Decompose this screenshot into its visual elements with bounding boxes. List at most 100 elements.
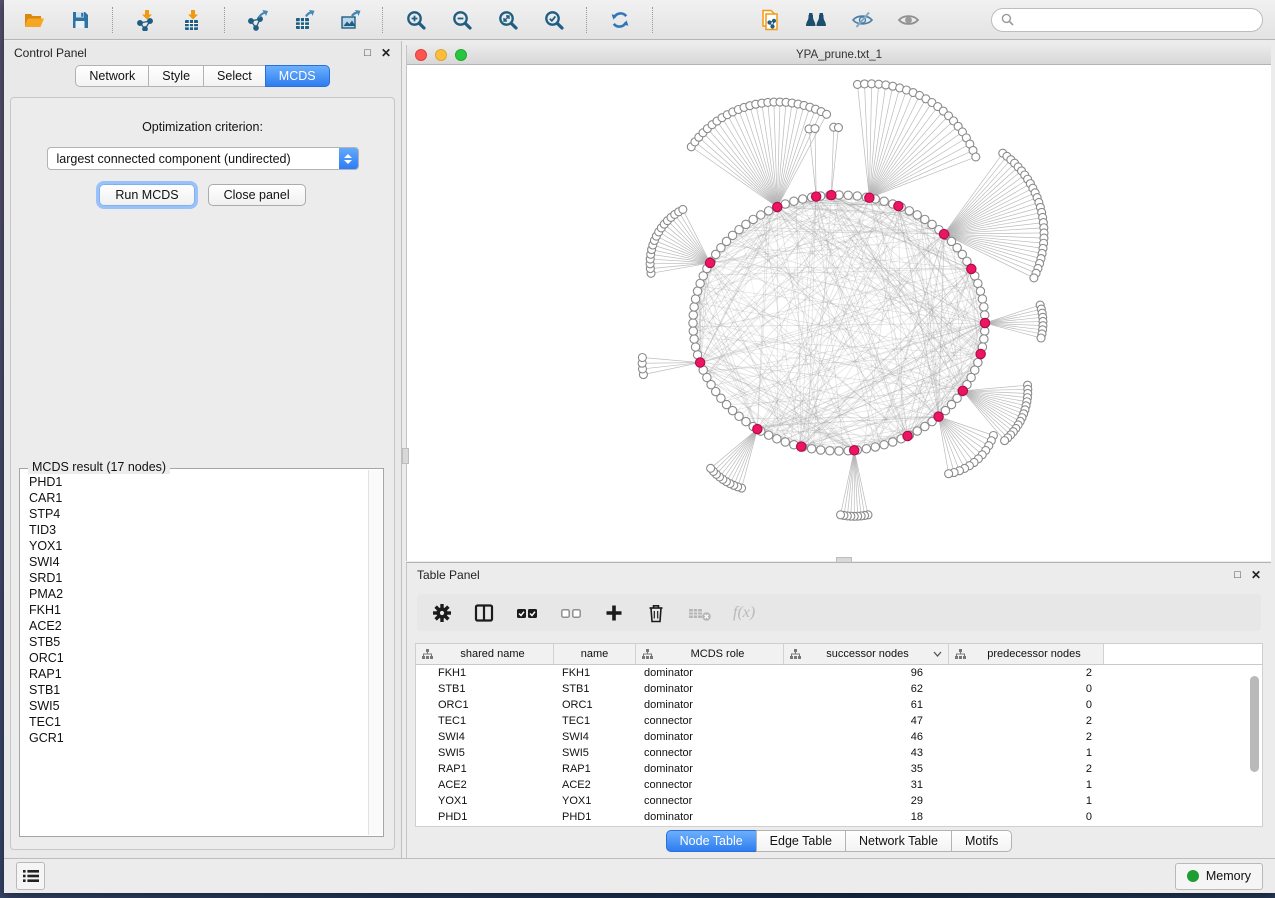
mcds-result-item[interactable]: TEC1 — [29, 714, 369, 730]
table-row[interactable]: SWI5SWI5connector431 — [416, 745, 1262, 761]
column-header-MCDS-role[interactable]: MCDS role — [636, 644, 784, 664]
table-row[interactable]: ORC1ORC1dominator610 — [416, 697, 1262, 713]
mcds-result-item[interactable]: SWI4 — [29, 554, 369, 570]
ring-node[interactable] — [689, 311, 697, 319]
leaf-node[interactable] — [1037, 334, 1045, 342]
mcds-list-scrollbar[interactable] — [368, 470, 382, 835]
mcds-result-item[interactable]: STB5 — [29, 634, 369, 650]
vertical-splitter-handle[interactable] — [402, 448, 409, 464]
ring-node[interactable] — [764, 431, 772, 439]
leaf-node[interactable] — [945, 470, 953, 478]
table-cell[interactable]: 46 — [784, 731, 949, 743]
mcds-result-item[interactable]: SWI5 — [29, 698, 369, 714]
mcds-hub-node[interactable] — [980, 318, 989, 327]
mcds-hub-node[interactable] — [939, 229, 948, 238]
mcds-result-list[interactable]: PHD1CAR1STP4TID3YOX1SWI4SRD1PMA2FKH1ACE2… — [21, 470, 369, 835]
ring-node[interactable] — [807, 445, 815, 453]
clear-all-columns-button[interactable] — [559, 600, 583, 626]
ring-node[interactable] — [689, 327, 697, 335]
mcds-hub-node[interactable] — [753, 424, 762, 433]
close-table-panel-icon[interactable]: ✕ — [1251, 568, 1261, 582]
leaf-node[interactable] — [823, 110, 831, 118]
table-cell[interactable]: 35 — [784, 763, 949, 775]
mcds-hub-node[interactable] — [903, 431, 912, 440]
table-cell[interactable]: RAP1 — [416, 763, 554, 775]
save-session-button[interactable] — [62, 5, 98, 35]
ring-node[interactable] — [817, 446, 825, 454]
table-cell[interactable]: 1 — [949, 795, 1104, 807]
leaf-node[interactable] — [834, 124, 842, 132]
table-cell[interactable]: STB1 — [416, 683, 554, 695]
table-cell[interactable]: ORC1 — [416, 699, 554, 711]
table-cell[interactable]: SWI5 — [416, 747, 554, 759]
tab-node-table[interactable]: Node Table — [666, 830, 757, 852]
ring-node[interactable] — [757, 211, 765, 219]
mcds-result-item[interactable]: YOX1 — [29, 538, 369, 554]
export-to-web-button[interactable] — [752, 5, 788, 35]
table-cell[interactable]: dominator — [636, 763, 784, 775]
table-cell[interactable]: 2 — [949, 731, 1104, 743]
mcds-result-item[interactable]: ORC1 — [29, 650, 369, 666]
ring-node[interactable] — [921, 422, 929, 430]
leaf-node[interactable] — [811, 125, 819, 133]
table-row[interactable]: TEC1TEC1connector472 — [416, 713, 1262, 729]
export-table-button[interactable] — [286, 5, 322, 35]
ring-node[interactable] — [691, 343, 699, 351]
table-cell[interactable]: 96 — [784, 667, 949, 679]
zoom-fit-button[interactable] — [490, 5, 526, 35]
table-cell[interactable]: 18 — [784, 811, 949, 823]
ring-node[interactable] — [749, 215, 757, 223]
function-builder-button[interactable]: f(x) — [733, 600, 755, 626]
network-graph[interactable] — [407, 65, 1270, 560]
export-network-button[interactable] — [240, 5, 276, 35]
table-settings-button[interactable] — [431, 600, 453, 626]
table-scrollbar-thumb[interactable] — [1250, 676, 1259, 772]
table-cell[interactable]: ACE2 — [416, 779, 554, 791]
import-table-button[interactable] — [174, 5, 210, 35]
mcds-hub-node[interactable] — [976, 349, 985, 358]
table-cell[interactable]: SWI4 — [416, 731, 554, 743]
ring-node[interactable] — [978, 295, 986, 303]
column-header-name[interactable]: name — [554, 644, 636, 664]
mcds-hub-node[interactable] — [827, 190, 836, 199]
table-cell[interactable]: dominator — [636, 731, 784, 743]
mcds-hub-node[interactable] — [695, 358, 704, 367]
table-cell[interactable]: dominator — [636, 667, 784, 679]
ring-node[interactable] — [980, 303, 988, 311]
table-row[interactable]: SWI4SWI4dominator462 — [416, 729, 1262, 745]
table-cell[interactable]: connector — [636, 747, 784, 759]
table-cell[interactable]: 62 — [784, 683, 949, 695]
table-cell[interactable]: dominator — [636, 699, 784, 711]
network-window-titlebar[interactable]: YPA_prune.txt_1 — [407, 45, 1271, 65]
mcds-result-item[interactable]: STP4 — [29, 506, 369, 522]
column-header-shared-name[interactable]: shared name — [416, 644, 554, 664]
ring-node[interactable] — [862, 445, 870, 453]
table-row[interactable]: STB1STB1dominator620 — [416, 681, 1262, 697]
leaf-node[interactable] — [679, 205, 687, 213]
table-cell[interactable]: FKH1 — [416, 667, 554, 679]
table-cell[interactable]: connector — [636, 795, 784, 807]
table-cell[interactable]: STB1 — [554, 683, 636, 695]
zoom-in-button[interactable] — [398, 5, 434, 35]
mcds-result-item[interactable]: TID3 — [29, 522, 369, 538]
mcds-hub-node[interactable] — [894, 201, 903, 210]
toggle-column-panel-button[interactable] — [473, 600, 495, 626]
table-cell[interactable]: ACE2 — [554, 779, 636, 791]
zoom-selected-button[interactable] — [536, 5, 572, 35]
select-all-columns-button[interactable] — [515, 600, 539, 626]
mcds-result-item[interactable]: ACE2 — [29, 618, 369, 634]
table-cell[interactable]: 1 — [949, 779, 1104, 791]
table-row[interactable]: PHD1PHD1dominator180 — [416, 809, 1262, 825]
table-cell[interactable]: TEC1 — [554, 715, 636, 727]
table-cell[interactable]: PHD1 — [554, 811, 636, 823]
ring-node[interactable] — [798, 195, 806, 203]
leaf-node[interactable] — [972, 153, 980, 161]
export-image-button[interactable] — [332, 5, 368, 35]
leaf-node[interactable] — [1030, 274, 1038, 282]
leaf-node[interactable] — [837, 511, 845, 519]
hide-graphics-details-button[interactable] — [844, 5, 880, 35]
ring-node[interactable] — [690, 303, 698, 311]
mcds-result-item[interactable]: STB1 — [29, 682, 369, 698]
leaf-node[interactable] — [707, 464, 715, 472]
table-cell[interactable]: PHD1 — [416, 811, 554, 823]
